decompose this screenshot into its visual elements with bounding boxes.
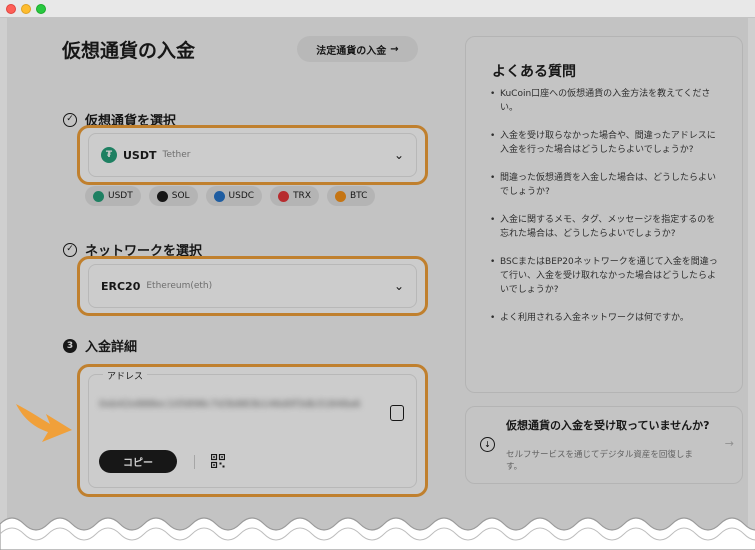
step-number-badge: 3: [63, 338, 77, 353]
browser-window: 仮想通貨の入金 法定通貨の入金 → ✓ 仮想通貨を選択 ₮ USDT Tethe…: [0, 0, 755, 550]
chevron-down-icon: ⌄: [393, 279, 404, 293]
torn-edge-decoration: [0, 517, 755, 550]
arrow-right-icon: →: [724, 437, 734, 450]
faq-item[interactable]: 入金を受け取らなかった場合や、間違ったアドレスに入金を行った場合はどうしたらよい…: [490, 129, 720, 157]
usdt-coin-icon: [93, 190, 104, 202]
window-titlebar: [0, 0, 755, 18]
quick-coin-chips: USDT SOL USDC TRX BTC: [85, 186, 376, 206]
coin-chip-label: USDT: [108, 191, 133, 201]
faq-item[interactable]: 間違った仮想通貨を入金した場合は、どうしたらよいでしょうか?: [490, 171, 720, 199]
faq-title: よくある質問: [492, 64, 576, 80]
coin-chip-label: TRX: [293, 191, 311, 201]
chevron-down-icon: ⌄: [393, 148, 404, 162]
selected-coin-symbol: USDT: [123, 148, 157, 162]
check-circle-icon: ✓: [63, 112, 77, 127]
sol-coin-icon: [156, 190, 168, 202]
not-received-description: セルフサービスを通じてデジタル資産を回復します。: [506, 450, 693, 472]
arrow-right-icon: →: [390, 43, 399, 55]
address-label: アドレス: [103, 369, 148, 382]
selected-network-name: Ethereum(eth): [146, 281, 213, 291]
fiat-deposit-button[interactable]: 法定通貨の入金 →: [297, 36, 418, 62]
selected-network: ERC20: [101, 279, 141, 293]
faq-list: KuCoin口座への仮想通貨の入金方法を教えてください。 入金を受け取らなかった…: [490, 87, 720, 339]
faq-item[interactable]: BSCまたはBEP20ネットワークを通じて入金を間違って行い、入金を受け取れなか…: [490, 255, 720, 297]
network-select-dropdown[interactable]: ERC20 Ethereum(eth) ⌄: [88, 264, 417, 308]
fiat-deposit-label: 法定通貨の入金: [316, 45, 387, 57]
deposit-not-received-card[interactable]: ↓ 仮想通貨の入金を受け取っていませんか? セルフサービスを通じてデジタル資産を…: [465, 406, 743, 484]
coin-chip-label: USDC: [228, 191, 255, 201]
minimize-window-button[interactable]: [21, 4, 31, 14]
deposit-address-box: アドレス 0xb42e888ec105898c7d3b883b146d0f3db…: [88, 369, 417, 488]
faq-item[interactable]: よく利用される入金ネットワークは何ですか。: [490, 311, 720, 325]
tether-coin-icon: ₮: [101, 147, 117, 163]
qr-code-icon[interactable]: [211, 454, 225, 468]
network-select-highlight: ERC20 Ethereum(eth) ⌄: [77, 256, 428, 316]
page-title: 仮想通貨の入金: [62, 40, 196, 62]
pointer-arrow-icon: [16, 404, 72, 442]
coin-chip-trx[interactable]: TRX: [270, 186, 319, 206]
not-received-title: 仮想通貨の入金を受け取っていませんか?: [506, 419, 710, 432]
usdc-coin-icon: [213, 190, 225, 202]
faq-panel: よくある質問 KuCoin口座への仮想通貨の入金方法を教えてください。 入金を受…: [465, 36, 743, 393]
coin-chip-btc[interactable]: BTC: [326, 186, 376, 206]
recover-deposit-icon: ↓: [480, 437, 495, 452]
step-deposit-details-label: 入金詳細: [85, 340, 138, 355]
btc-coin-icon: [334, 190, 346, 202]
selected-coin-name: Tether: [162, 150, 191, 160]
coin-chip-label: BTC: [349, 191, 368, 201]
crypto-select-dropdown[interactable]: ₮ USDT Tether ⌄: [88, 133, 417, 177]
check-circle-icon: ✓: [63, 242, 77, 257]
maximize-window-button[interactable]: [36, 4, 46, 14]
deposit-address-value[interactable]: 0xb42e888ec105898c7d3b883b146d0f3db31848…: [99, 397, 379, 413]
copy-address-button[interactable]: コピー: [99, 450, 177, 473]
deposit-address-highlight: アドレス 0xb42e888ec105898c7d3b883b146d0f3db…: [77, 364, 428, 497]
deposit-page: 仮想通貨の入金 法定通貨の入金 → ✓ 仮想通貨を選択 ₮ USDT Tethe…: [7, 18, 748, 550]
copy-icon[interactable]: [390, 405, 404, 421]
divider: [194, 455, 195, 469]
coin-chip-usdc[interactable]: USDC: [205, 186, 263, 206]
crypto-select-highlight: ₮ USDT Tether ⌄: [77, 125, 428, 185]
step-deposit-details: 3 入金詳細: [63, 336, 137, 355]
close-window-button[interactable]: [6, 4, 16, 14]
trx-coin-icon: [278, 190, 290, 202]
faq-item[interactable]: KuCoin口座への仮想通貨の入金方法を教えてください。: [490, 87, 720, 115]
coin-chip-sol[interactable]: SOL: [148, 186, 198, 206]
faq-item[interactable]: 入金に関するメモ、タグ、メッセージを指定するのを忘れた場合は、どうしたらよいでし…: [490, 213, 720, 241]
coin-chip-usdt[interactable]: USDT: [85, 186, 141, 206]
coin-chip-label: SOL: [171, 191, 190, 201]
